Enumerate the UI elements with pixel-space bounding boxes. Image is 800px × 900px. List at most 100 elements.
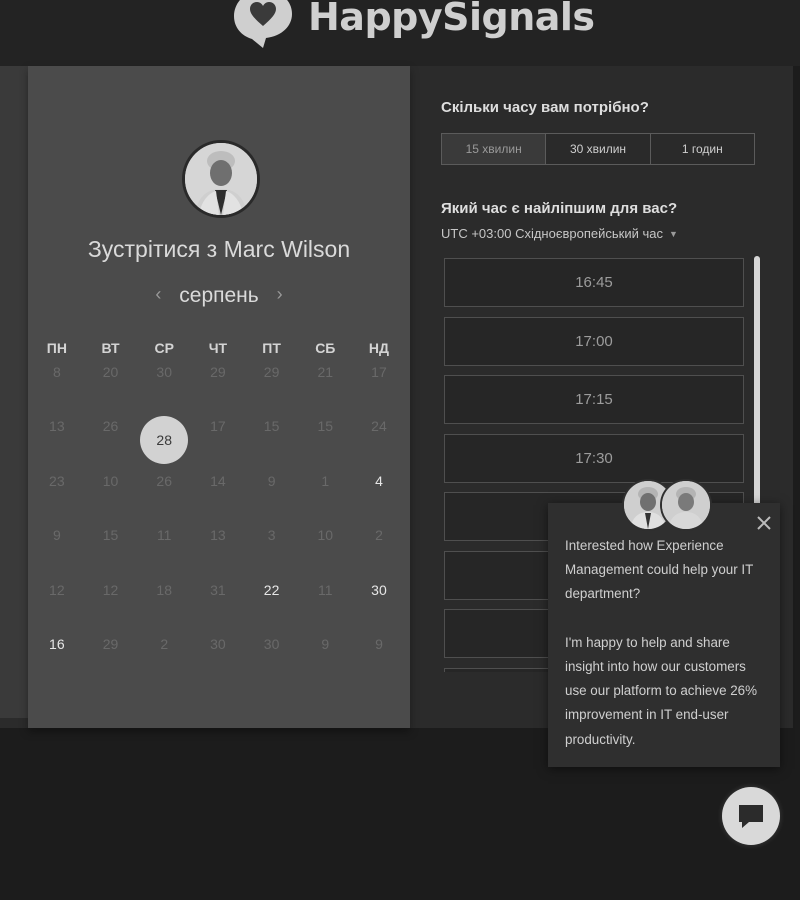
calendar-day: 11 bbox=[137, 527, 191, 581]
calendar-day: 10 bbox=[84, 473, 138, 527]
time-question: Який час є найліпшим для вас? bbox=[441, 200, 678, 217]
calendar-day: 15 bbox=[84, 527, 138, 581]
day-number: 2 bbox=[160, 635, 169, 652]
day-number: 16 bbox=[49, 635, 65, 652]
day-number: 23 bbox=[49, 472, 65, 489]
calendar-day: 26 bbox=[137, 473, 191, 527]
weekday-label: СБ bbox=[315, 340, 336, 356]
time-slot-button[interactable]: 17:15 bbox=[444, 375, 744, 424]
day-number: 12 bbox=[102, 581, 119, 598]
calendar-day: 14 bbox=[191, 473, 245, 527]
day-number: 15 bbox=[317, 418, 334, 435]
weekday-label: ПН bbox=[46, 340, 67, 356]
selected-day[interactable]: 28 bbox=[137, 416, 191, 472]
calendar-day[interactable]: 16 bbox=[30, 636, 84, 690]
page-edge bbox=[0, 66, 28, 718]
day-number: 10 bbox=[102, 472, 119, 489]
calendar-week-row: 9 15 11 13 3 10 2 bbox=[30, 527, 406, 581]
calendar-day: 29 bbox=[245, 364, 299, 418]
chat-launcher-button[interactable] bbox=[722, 787, 780, 845]
chat-agent-avatars bbox=[622, 479, 712, 531]
agent-avatar bbox=[660, 479, 712, 531]
day-number: 24 bbox=[371, 418, 387, 435]
calendar-week-row: 16 29 2 30 30 9 9 bbox=[30, 636, 406, 690]
calendar-day: 11 bbox=[298, 582, 352, 636]
day-number: 14 bbox=[210, 472, 226, 489]
time-slot-button[interactable]: 17:30 bbox=[444, 433, 744, 483]
day-number: 28 bbox=[140, 416, 189, 465]
calendar-grid: ПН ВТ СР ЧТ ПТ СБ НД 8 20 30 29 29 21 17 13 26 28 17 15 15… bbox=[30, 340, 406, 690]
day-number: 30 bbox=[263, 635, 280, 652]
day-number: 18 bbox=[156, 581, 172, 598]
speech-heart-icon bbox=[234, 0, 292, 48]
calendar-day[interactable]: 22 bbox=[245, 582, 299, 636]
host-avatar bbox=[182, 140, 260, 218]
calendar-day: 21 bbox=[298, 364, 352, 418]
duration-option[interactable]: 30 хвилин bbox=[546, 134, 651, 164]
calendar-day: 12 bbox=[30, 582, 84, 636]
weekday-label: СР bbox=[154, 340, 174, 356]
prev-month-chevron-icon[interactable]: ‹ bbox=[155, 284, 161, 304]
calendar-day[interactable]: 30 bbox=[352, 582, 406, 636]
weekday-label: ПТ bbox=[262, 340, 281, 356]
calendar-day: 2 bbox=[352, 527, 406, 581]
chat-popup: Interested how Experience Management cou… bbox=[548, 503, 780, 767]
calendar-day: 13 bbox=[30, 418, 84, 472]
host-panel: Зустрітися з Marc Wilson ‹ серпень › ПН В… bbox=[28, 66, 410, 728]
calendar-day: 24 bbox=[352, 418, 406, 472]
day-number: 22 bbox=[263, 581, 280, 598]
duration-question: Скільки часу вам потрібно? bbox=[441, 99, 649, 116]
day-number: 9 bbox=[267, 472, 276, 489]
calendar-day: 30 bbox=[137, 364, 191, 418]
month-navigator: ‹ серпень › bbox=[28, 284, 410, 308]
calendar-day: 15 bbox=[245, 418, 299, 472]
duration-selector: 15 хвилин 30 хвилин 1 годин bbox=[441, 133, 755, 165]
calendar-day: 9 bbox=[245, 473, 299, 527]
day-number: 11 bbox=[318, 581, 333, 598]
day-number: 8 bbox=[52, 364, 61, 380]
day-number: 9 bbox=[321, 635, 330, 652]
day-number: 13 bbox=[210, 527, 226, 544]
person-photo-icon bbox=[185, 143, 257, 215]
calendar-day: 31 bbox=[191, 582, 245, 636]
calendar-day[interactable]: 4 bbox=[352, 473, 406, 527]
day-number: 29 bbox=[210, 364, 226, 380]
time-slots-scrollbar[interactable] bbox=[754, 256, 760, 508]
calendar-day: 3 bbox=[245, 527, 299, 581]
calendar-day: 9 bbox=[298, 636, 352, 690]
calendar-day: 30 bbox=[245, 636, 299, 690]
day-number: 26 bbox=[156, 472, 172, 489]
calendar-day: 17 bbox=[191, 418, 245, 472]
day-number: 9 bbox=[375, 635, 383, 652]
timezone-label: UTC +03:00 Східноєвропейський час bbox=[441, 226, 663, 241]
day-number: 30 bbox=[210, 635, 226, 652]
day-number: 1 bbox=[321, 472, 330, 489]
calendar-day: 9 bbox=[30, 527, 84, 581]
day-number: 29 bbox=[102, 635, 119, 652]
calendar-day: 8 bbox=[30, 364, 84, 418]
calendar-day: 29 bbox=[191, 364, 245, 418]
calendar-day: 1 bbox=[298, 473, 352, 527]
day-number: 29 bbox=[263, 364, 280, 380]
day-number: 20 bbox=[102, 364, 119, 380]
time-slot-button[interactable]: 17:00 bbox=[444, 316, 744, 366]
calendar-day: 15 bbox=[298, 418, 352, 472]
duration-option[interactable]: 1 годин bbox=[650, 134, 754, 164]
duration-option[interactable]: 15 хвилин bbox=[442, 134, 547, 164]
calendar-day: 12 bbox=[84, 582, 138, 636]
calendar-week-row: 13 26 28 17 15 15 24 bbox=[30, 416, 406, 472]
time-slot-button[interactable]: 16:45 bbox=[444, 258, 744, 307]
day-number: 4 bbox=[375, 472, 383, 489]
next-month-chevron-icon[interactable]: › bbox=[277, 284, 283, 304]
calendar-day: 10 bbox=[298, 527, 352, 581]
calendar-week-row: 12 12 18 31 22 11 30 bbox=[30, 582, 406, 636]
chat-message: Interested how Experience Management cou… bbox=[565, 538, 758, 747]
close-icon[interactable] bbox=[756, 515, 772, 531]
day-number: 31 bbox=[210, 581, 226, 598]
day-number: 12 bbox=[49, 581, 65, 598]
timezone-select[interactable]: UTC +03:00 Східноєвропейський час ▼ bbox=[441, 226, 678, 241]
calendar-week-row: 23 10 26 14 9 1 4 bbox=[30, 473, 406, 527]
day-number: 30 bbox=[371, 581, 387, 598]
calendar-day: 20 bbox=[84, 364, 138, 418]
happysignals-logo[interactable]: HappySignals bbox=[228, 0, 595, 48]
